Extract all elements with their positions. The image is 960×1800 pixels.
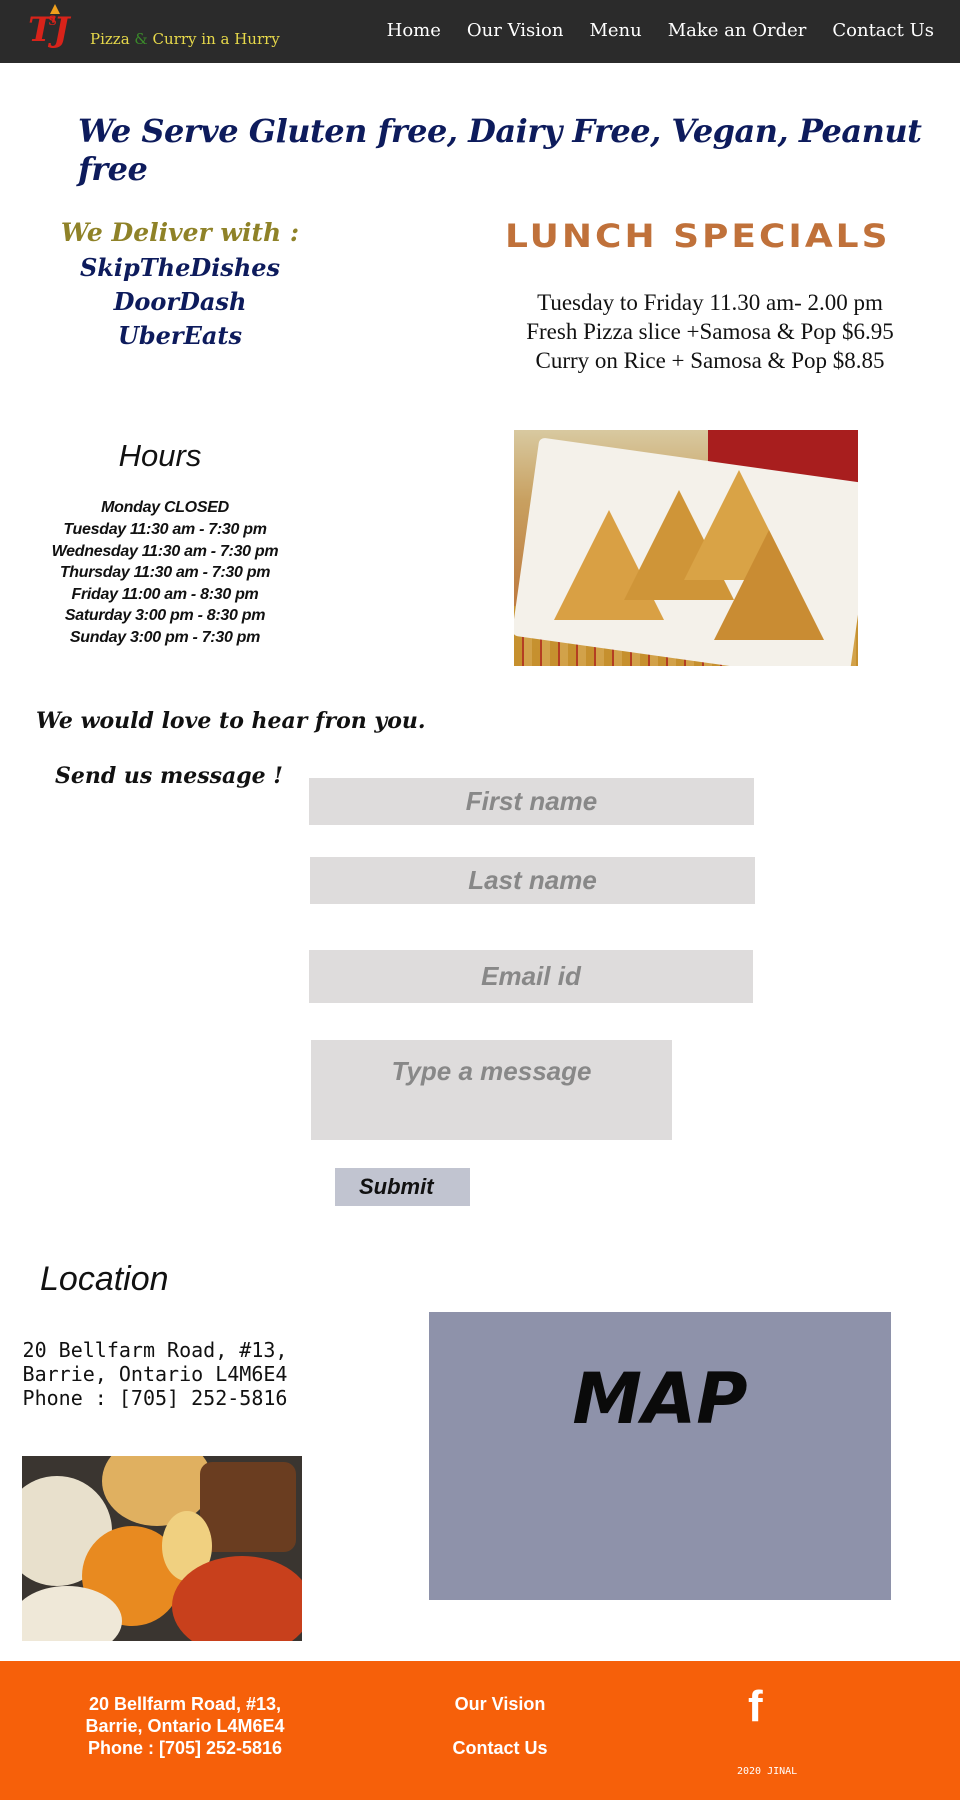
map-label: MAP <box>572 1358 748 1440</box>
hours-sunday: Sunday 3:00 pm - 7:30 pm <box>69 629 261 646</box>
hours-friday: Friday 11:00 am - 8:30 pm <box>71 586 259 603</box>
nav-our-vision[interactable]: Our Vision <box>467 20 564 41</box>
site-tagline: Pizza & Curry in a Hurry <box>90 30 280 48</box>
delivery-doordash: DoorDash <box>113 287 247 316</box>
lunch-pizza-deal: Fresh Pizza slice +Samosa & Pop $6.95 <box>526 319 894 344</box>
lunch-hours: Tuesday to Friday 11.30 am- 2.00 pm <box>537 290 883 315</box>
first-name-field[interactable]: First name <box>309 778 754 825</box>
main-nav: Home Our Vision Menu Make an Order Conta… <box>387 20 934 41</box>
lunch-specials-title: LUNCH SPECIALS <box>505 218 891 255</box>
footer-link-our-vision[interactable]: Our Vision <box>430 1694 570 1715</box>
nav-home[interactable]: Home <box>387 20 441 41</box>
nav-contact-us[interactable]: Contact Us <box>832 20 934 41</box>
send-message-label: Send us message ! <box>55 763 283 789</box>
hours-tuesday: Tuesday 11:30 am - 7:30 pm <box>63 521 267 538</box>
nav-menu[interactable]: Menu <box>589 20 641 41</box>
map-placeholder[interactable]: MAP <box>429 1312 891 1600</box>
dietary-headline: We Serve Gluten free, Dairy Free, Vegan,… <box>78 112 922 188</box>
email-field[interactable]: Email id <box>309 950 753 1003</box>
hours-thursday: Thursday 11:30 am - 7:30 pm <box>59 564 271 581</box>
delivery-title: We Deliver with : <box>60 218 300 247</box>
lunch-curry-deal: Curry on Rice + Samosa & Pop $8.85 <box>535 348 885 373</box>
nav-make-an-order[interactable]: Make an Order <box>668 20 807 41</box>
copyright-text: 2020 JINAL <box>737 1766 798 1777</box>
location-phone: Phone : [705] 252-5816 <box>22 1386 288 1410</box>
samosa-photo <box>514 430 858 666</box>
site-header: TJ S Pizza & Curry in a Hurry Home Our V… <box>0 0 960 63</box>
footer-address-line2: Barrie, Ontario L4M6E4 <box>85 1716 285 1736</box>
message-textarea[interactable]: Type a message <box>311 1040 672 1140</box>
submit-button[interactable]: Submit <box>335 1168 470 1206</box>
location-address-line2: Barrie, Ontario L4M6E4 <box>22 1362 288 1386</box>
footer-link-contact-us[interactable]: Contact Us <box>430 1738 570 1759</box>
hours-title: Hours <box>118 438 202 473</box>
last-name-field[interactable]: Last name <box>310 857 755 904</box>
footer-address-line1: 20 Bellfarm Road, #13, <box>88 1694 282 1714</box>
location-title: Location <box>40 1260 169 1298</box>
footer-phone: Phone : [705] 252-5816 <box>87 1738 283 1758</box>
hours-monday: Monday CLOSED <box>101 499 229 516</box>
delivery-ubereats: UberEats <box>117 321 243 350</box>
hours-wednesday: Wednesday 11:30 am - 7:30 pm <box>51 543 279 560</box>
contact-intro: We would love to hear fron you. <box>36 708 426 734</box>
delivery-skipthedishes: SkipTheDishes <box>79 253 281 282</box>
indian-food-photo <box>22 1456 302 1641</box>
tjs-logo[interactable]: TJ S <box>28 4 69 58</box>
facebook-icon[interactable]: f <box>748 1685 776 1729</box>
location-address-line1: 20 Bellfarm Road, #13, <box>22 1338 288 1362</box>
hours-saturday: Saturday 3:00 pm - 8:30 pm <box>64 607 266 624</box>
